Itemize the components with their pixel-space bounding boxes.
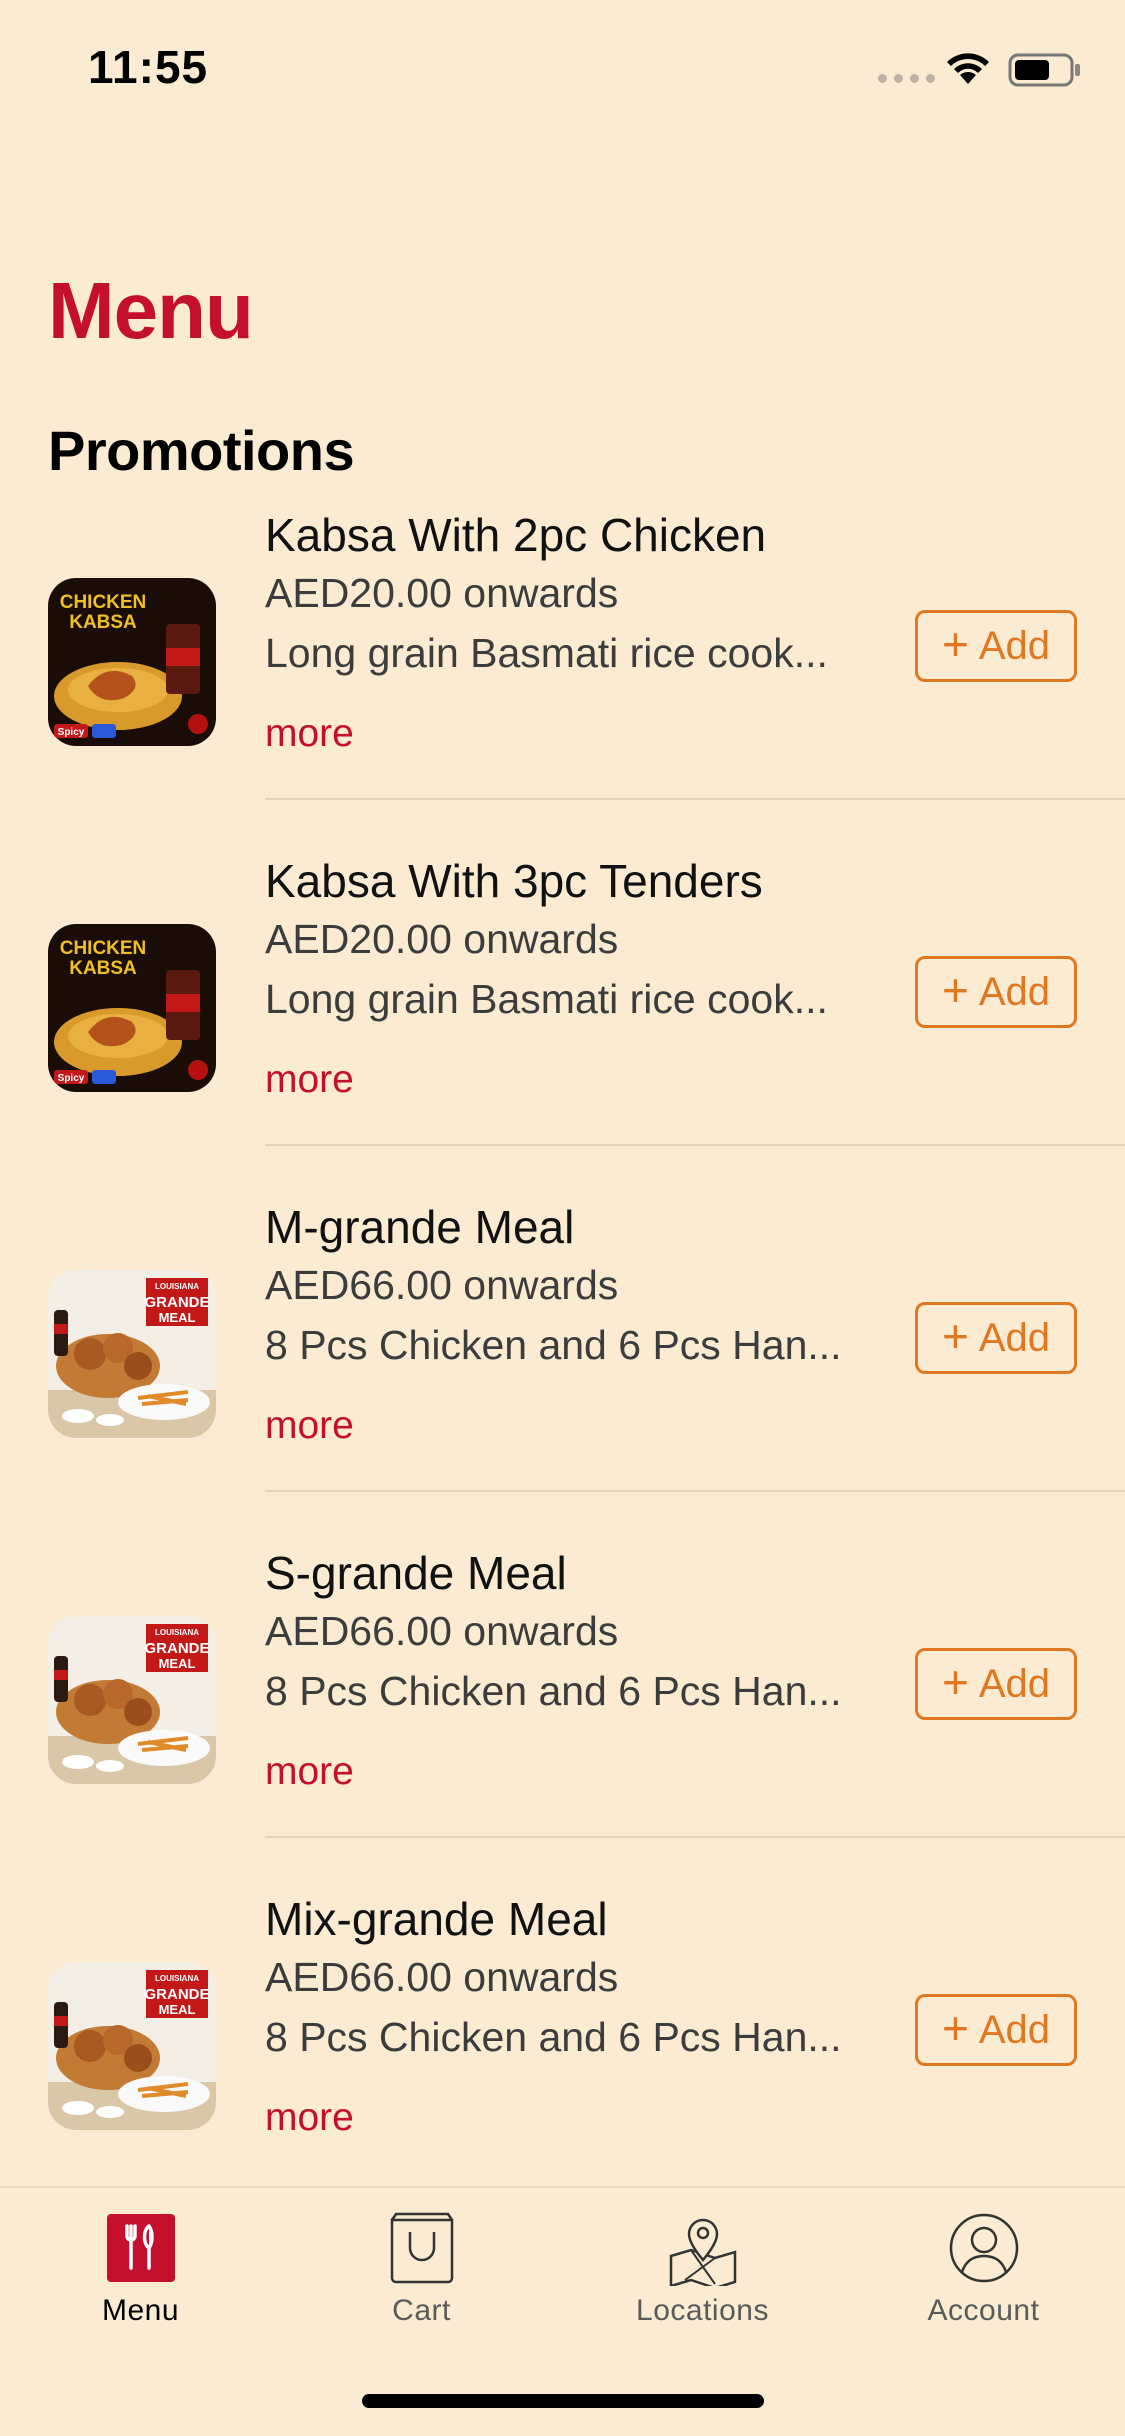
item-more-link[interactable]: more xyxy=(265,2096,354,2140)
plus-icon: + xyxy=(941,964,969,1016)
item-divider xyxy=(265,1490,1125,1492)
item-divider xyxy=(265,798,1125,800)
bag-icon xyxy=(390,2212,453,2284)
add-button[interactable]: + Add xyxy=(915,1648,1077,1720)
item-thumbnail[interactable]: LOUISIANA GRANDE MEAL xyxy=(48,1962,216,2130)
add-button-label: Add xyxy=(978,1315,1051,1360)
thumb-text-line1: GRANDE xyxy=(144,1986,209,2003)
tab-label-menu: Menu xyxy=(101,2294,180,2327)
menu-screen: 11:55 Menu Promotions CHICKEN KABSA Spic… xyxy=(0,0,1125,2436)
thumb-badge: Spicy xyxy=(58,727,85,738)
item-description: Long grain Basmati rice cook... xyxy=(265,976,828,1022)
page-title: Menu xyxy=(48,266,254,355)
tab-cart[interactable]: Cart xyxy=(281,2188,562,2348)
item-price: AED66.00 onwards xyxy=(265,1954,619,2000)
add-button-label: Add xyxy=(978,623,1051,668)
tab-label-account: Account xyxy=(927,2294,1040,2327)
tab-label-locations: Locations xyxy=(636,2294,769,2327)
thumb-text-line0: LOUISIANA xyxy=(155,1628,199,1637)
item-description: 8 Pcs Chicken and 6 Pcs Han... xyxy=(265,1668,842,1714)
add-button-label: Add xyxy=(978,969,1051,1014)
plus-icon: + xyxy=(941,1310,969,1362)
thumb-text-line2: MEAL xyxy=(159,2002,196,2017)
item-thumbnail[interactable]: LOUISIANA GRANDE MEAL xyxy=(48,1616,216,1784)
home-indicator[interactable] xyxy=(362,2394,764,2408)
thumb-text-line0: LOUISIANA xyxy=(155,1282,199,1291)
grande-meal-thumbnail-image: LOUISIANA GRANDE MEAL xyxy=(48,1616,216,1784)
section-title-promotions: Promotions xyxy=(48,419,355,482)
item-price: AED66.00 onwards xyxy=(265,1608,619,1654)
status-time: 11:55 xyxy=(88,41,209,93)
tab-account[interactable]: Account xyxy=(843,2188,1124,2348)
kabsa-thumbnail-image: CHICKEN KABSA Spicy xyxy=(48,578,216,746)
add-button[interactable]: + Add xyxy=(915,1994,1077,2066)
grande-meal-thumbnail-image: LOUISIANA GRANDE MEAL xyxy=(48,1270,216,1438)
thumb-text-line1: GRANDE xyxy=(144,1640,209,1657)
item-more-link[interactable]: more xyxy=(265,712,354,756)
thumb-text-line2: MEAL xyxy=(159,1656,196,1671)
thumb-text-line1: CHICKEN xyxy=(60,938,147,959)
grande-meal-thumbnail-image: LOUISIANA GRANDE MEAL xyxy=(48,1962,216,2130)
add-button[interactable]: + Add xyxy=(915,1302,1077,1374)
tab-menu[interactable]: Menu xyxy=(0,2188,281,2348)
item-price: AED20.00 onwards xyxy=(265,570,619,616)
map-pin-icon xyxy=(669,2218,736,2286)
thumb-text-line2: KABSA xyxy=(69,612,137,633)
menu-icon xyxy=(106,2214,175,2282)
thumb-text-line2: MEAL xyxy=(159,1310,196,1325)
item-price: AED66.00 onwards xyxy=(265,1262,619,1308)
menu-item[interactable]: LOUISIANA GRANDE MEAL S-grande Meal AED6… xyxy=(0,1546,1125,1892)
item-more-link[interactable]: more xyxy=(265,1750,354,1794)
item-price: AED20.00 onwards xyxy=(265,916,619,962)
tab-locations[interactable]: Locations xyxy=(562,2188,843,2348)
battery-icon xyxy=(1008,53,1080,87)
item-name: S-grande Meal xyxy=(265,1547,567,1599)
add-button-label: Add xyxy=(978,2007,1051,2052)
item-description: 8 Pcs Chicken and 6 Pcs Han... xyxy=(265,2014,842,2060)
plus-icon: + xyxy=(941,1656,969,1708)
item-more-link[interactable]: more xyxy=(265,1058,354,1102)
add-button-label: Add xyxy=(978,1661,1051,1706)
tab-label-cart: Cart xyxy=(392,2294,451,2327)
thumb-text-line1: GRANDE xyxy=(144,1294,209,1311)
wifi-icon xyxy=(947,53,989,84)
add-button[interactable]: + Add xyxy=(915,610,1077,682)
item-divider xyxy=(265,1144,1125,1146)
item-name: Kabsa With 3pc Tenders xyxy=(265,855,763,907)
thumb-text-line0: LOUISIANA xyxy=(155,1974,199,1983)
thumb-text-line1: CHICKEN xyxy=(60,592,147,613)
status-bar: 11:55 xyxy=(0,0,1125,140)
plus-icon: + xyxy=(941,2002,969,2054)
menu-item[interactable]: LOUISIANA GRANDE MEAL M-grande Meal AED6… xyxy=(0,1200,1125,1546)
item-name: M-grande Meal xyxy=(265,1201,575,1253)
item-divider xyxy=(265,1836,1125,1838)
item-more-link[interactable]: more xyxy=(265,1404,354,1448)
item-description: Long grain Basmati rice cook... xyxy=(265,630,828,676)
item-description: 8 Pcs Chicken and 6 Pcs Han... xyxy=(265,1322,842,1368)
plus-icon: + xyxy=(941,618,969,670)
signal-icon xyxy=(878,74,935,83)
item-thumbnail[interactable]: CHICKEN KABSA Spicy xyxy=(48,578,216,746)
item-name: Mix-grande Meal xyxy=(265,1893,608,1945)
menu-item[interactable]: CHICKEN KABSA Spicy Kabsa With 2pc Chick… xyxy=(0,508,1125,854)
kabsa-thumbnail-image: CHICKEN KABSA Spicy xyxy=(48,924,216,1092)
menu-item[interactable]: CHICKEN KABSA Spicy Kabsa With 3pc Tende… xyxy=(0,854,1125,1200)
item-thumbnail[interactable]: CHICKEN KABSA Spicy xyxy=(48,924,216,1092)
item-name: Kabsa With 2pc Chicken xyxy=(265,509,767,561)
thumb-badge: Spicy xyxy=(58,1073,85,1084)
item-thumbnail[interactable]: LOUISIANA GRANDE MEAL xyxy=(48,1270,216,1438)
add-button[interactable]: + Add xyxy=(915,956,1077,1028)
user-icon xyxy=(949,2213,1018,2283)
thumb-text-line2: KABSA xyxy=(69,958,137,979)
